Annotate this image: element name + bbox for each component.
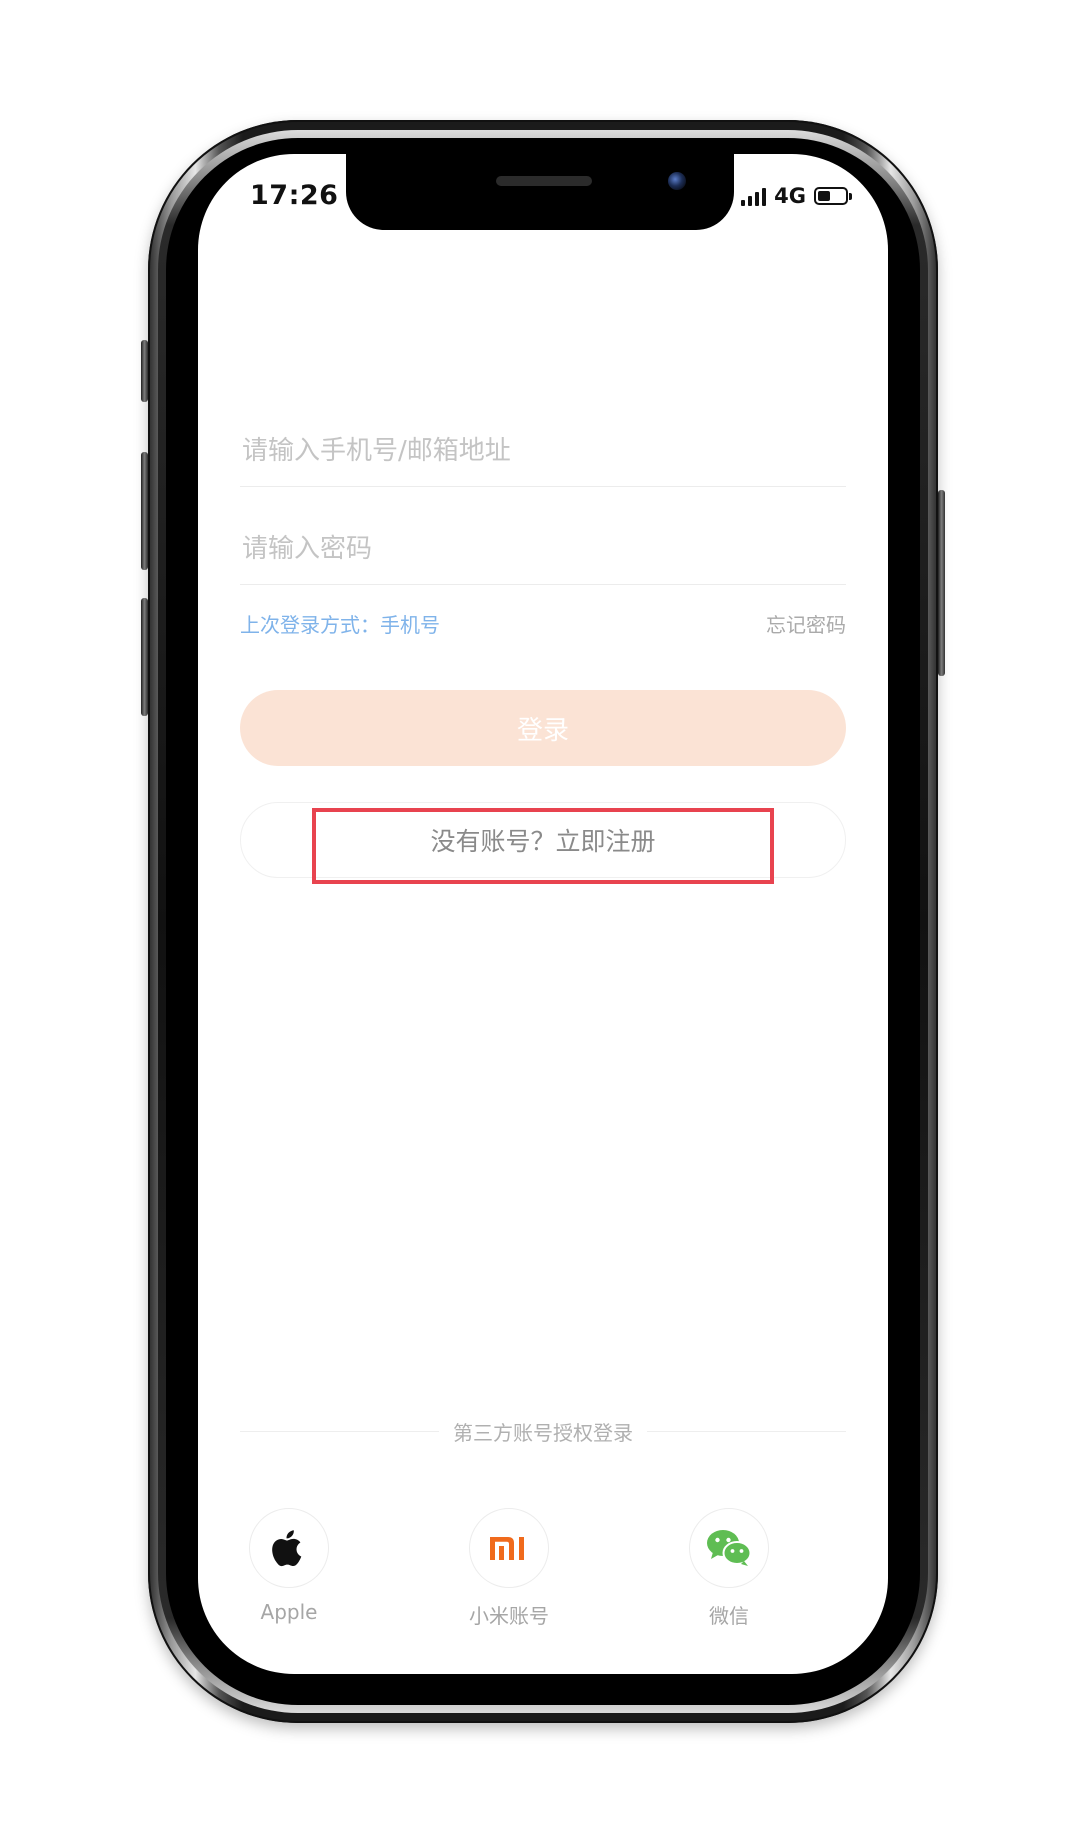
- silent-switch: [141, 340, 148, 402]
- phone-screen: 17:26 4G 上次登录方式：手机号 忘记密码 登录 没有账号？立即注册 第三…: [198, 154, 888, 1674]
- login-button[interactable]: 登录: [240, 690, 846, 766]
- wechat-label: 微信: [709, 1604, 749, 1628]
- volume-up-button: [141, 452, 148, 570]
- xiaomi-login-button[interactable]: 小米账号: [449, 1508, 569, 1629]
- xiaomi-label: 小米账号: [469, 1604, 549, 1628]
- forgot-password-link[interactable]: 忘记密码: [766, 609, 846, 638]
- status-indicators: 4G: [741, 184, 852, 208]
- divider-line-left: [240, 1430, 439, 1432]
- apple-icon: [272, 1530, 302, 1567]
- battery-icon: [814, 187, 852, 205]
- front-camera: [668, 172, 686, 190]
- signal-icon: [741, 186, 767, 206]
- power-button: [938, 490, 945, 676]
- apple-login-button[interactable]: Apple: [229, 1508, 349, 1624]
- apple-icon-circle[interactable]: [249, 1508, 329, 1588]
- password-input[interactable]: [240, 533, 846, 565]
- wechat-icon: [707, 1530, 752, 1566]
- battery-level: [818, 191, 830, 201]
- apple-label: Apple: [260, 1600, 318, 1624]
- divider-line-right: [647, 1430, 846, 1432]
- last-login-method: 上次登录方式：手机号: [240, 613, 440, 637]
- xiaomi-icon-circle[interactable]: [469, 1508, 549, 1588]
- account-field[interactable]: [240, 416, 846, 487]
- status-time: 17:26: [250, 180, 339, 211]
- earpiece-speaker: [496, 176, 592, 186]
- stage: 17:26 4G 上次登录方式：手机号 忘记密码 登录 没有账号？立即注册 第三…: [0, 0, 1080, 1838]
- password-field[interactable]: [240, 514, 846, 585]
- account-input[interactable]: [240, 435, 846, 467]
- xiaomi-icon: [490, 1537, 524, 1560]
- wechat-icon-circle[interactable]: [689, 1508, 769, 1588]
- third-party-title: 第三方账号授权登录: [453, 1420, 633, 1445]
- wechat-login-button[interactable]: 微信: [669, 1508, 789, 1629]
- register-button[interactable]: 没有账号？立即注册: [240, 802, 846, 878]
- third-party-divider: 第三方账号授权登录: [240, 1416, 846, 1446]
- network-type: 4G: [774, 184, 806, 208]
- volume-down-button: [141, 598, 148, 716]
- notch: [346, 154, 734, 230]
